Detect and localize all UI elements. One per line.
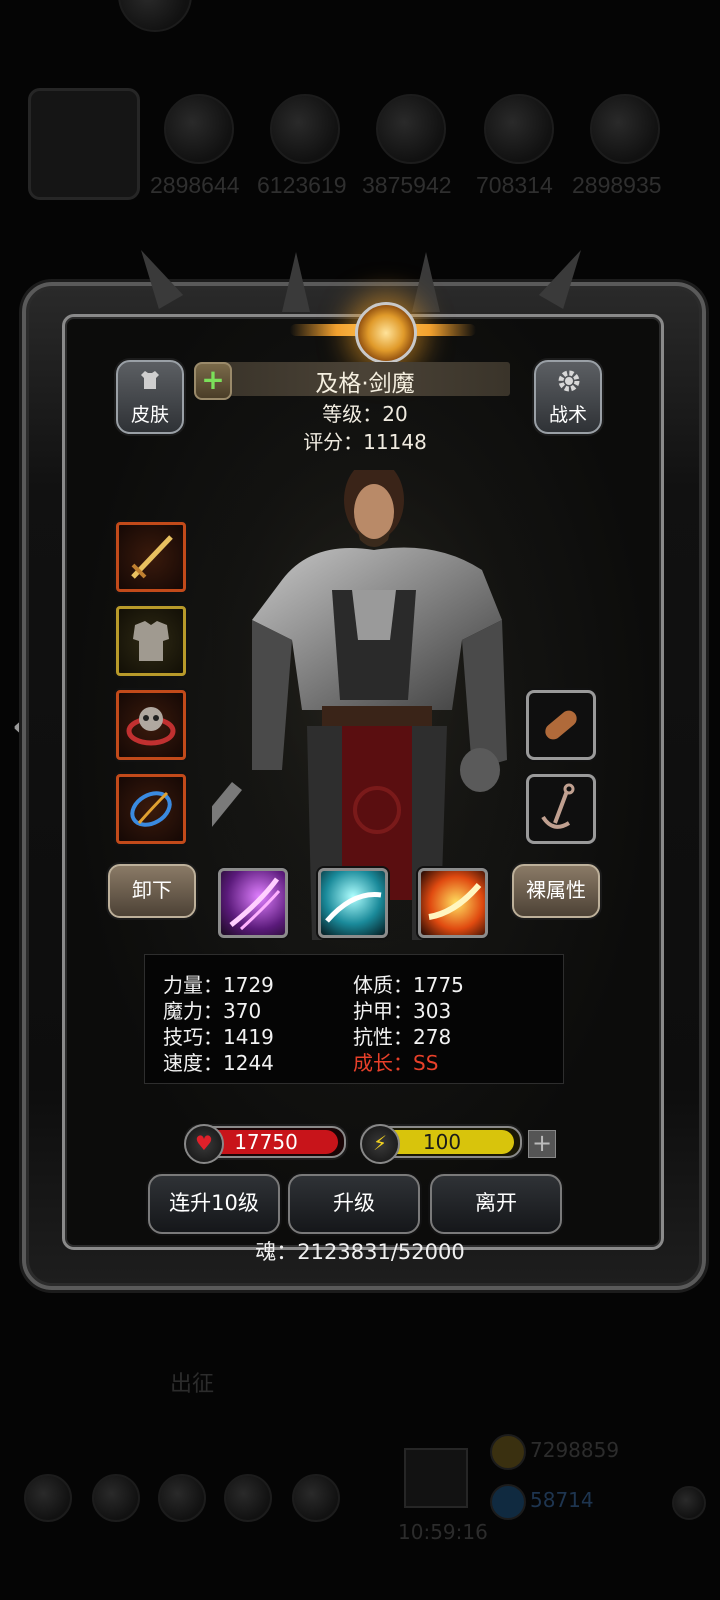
add-energy-button[interactable]: + (528, 1130, 556, 1158)
shirt-icon (138, 368, 162, 392)
energy-bar: ⚡ 100 (360, 1124, 522, 1164)
hero-score: 评分：11148 (303, 430, 427, 454)
sword-icon (131, 535, 173, 579)
hp-bar: ♥ 17750 (184, 1124, 346, 1164)
bg-menu-icon (92, 1474, 140, 1522)
stat-skill: 技巧：1419 (163, 1025, 274, 1049)
ring-slot[interactable] (116, 690, 186, 760)
bg-power-value: 708314 (476, 172, 553, 198)
accessory-slot[interactable] (526, 690, 596, 760)
cyan-wave-skill-icon (325, 892, 382, 923)
gear-icon (556, 368, 580, 392)
accessory-slot[interactable] (526, 774, 596, 844)
skill-slot[interactable] (318, 868, 388, 938)
app-avatar-icon (118, 0, 192, 32)
skill-slot[interactable] (418, 868, 488, 938)
unequip-button[interactable]: 卸下 (108, 864, 196, 918)
leave-button[interactable]: 离开 (430, 1174, 562, 1234)
energy-value: 100 (422, 1130, 462, 1154)
stat-growth: 成长：SS (353, 1051, 439, 1075)
level-up-10-button[interactable]: 连升10级 (148, 1174, 280, 1234)
armor-slot[interactable] (116, 606, 186, 676)
skill-slot[interactable] (218, 868, 288, 938)
purple-slash-skill-icon (229, 877, 281, 931)
armor-icon (133, 621, 169, 661)
scroll-icon (545, 710, 577, 740)
hero-level: 等级：20 (322, 402, 408, 426)
skull-ring-icon (126, 707, 176, 746)
stat-armor: 护甲：303 (353, 999, 452, 1023)
hero-name: 及格·剑魔 (315, 371, 415, 397)
stat-speed: 速度：1244 (163, 1051, 274, 1075)
bg-power-value: 2898644 (150, 172, 240, 198)
bg-power-value: 2898935 (572, 172, 662, 198)
hero-thumb-icon (164, 94, 234, 164)
bg-menu-icon (292, 1474, 340, 1522)
skin-label: 皮肤 (130, 404, 169, 426)
bg-gem-icon (490, 1484, 526, 1520)
tactics-label: 战术 (548, 404, 587, 426)
frame-spike-decoration (412, 252, 440, 312)
stat-constitution: 体质：1775 (353, 973, 464, 997)
bg-expedition-label: 出征 (170, 1372, 215, 1397)
hero-portrait-card (28, 88, 140, 200)
bg-menu-icon (24, 1474, 72, 1522)
hero-detail-dialog: + 及格·剑魔 等级：20 评分：11148 皮肤 战术 卸下 裸属性 力量：1… (22, 242, 706, 1290)
amulet-icon (130, 791, 172, 827)
soul-counter: 魂：2123831/52000 (255, 1240, 465, 1264)
stats-panel: 力量：1729 体质：1775 魔力：370 护甲：303 技巧：1419 抗性… (144, 954, 564, 1084)
anchor-icon (541, 783, 575, 829)
stat-magic: 魔力：370 (163, 999, 262, 1023)
bg-menu-icon (224, 1474, 272, 1522)
hero-thumb-icon (376, 94, 446, 164)
bg-gold-coin-icon (490, 1434, 526, 1470)
crest-emblem-icon (355, 302, 417, 364)
stat-strength: 力量：1729 (163, 973, 274, 997)
hero-thumb-icon (484, 94, 554, 164)
level-up-button[interactable]: 升级 (288, 1174, 420, 1234)
bg-gold-amount: 7298859 (530, 1438, 620, 1462)
hero-thumb-icon (270, 94, 340, 164)
weapon-slot[interactable] (116, 522, 186, 592)
bg-add-icon (672, 1486, 706, 1520)
bg-power-value: 6123619 (257, 172, 347, 198)
amulet-slot[interactable] (116, 774, 186, 844)
bg-menu-icon (158, 1474, 206, 1522)
bg-gem-amount: 58714 (530, 1488, 594, 1512)
skin-button[interactable]: 皮肤 (116, 360, 184, 434)
bg-clock: 10:59:16 (398, 1520, 488, 1544)
bg-gift-icon (404, 1448, 468, 1508)
stat-resistance: 抗性：278 (353, 1025, 452, 1049)
fire-slash-skill-icon (428, 883, 482, 920)
base-attributes-button[interactable]: 裸属性 (512, 864, 600, 918)
frame-spike-decoration (282, 252, 310, 312)
bg-power-value: 3875942 (362, 172, 452, 198)
tactics-button[interactable]: 战术 (534, 360, 602, 434)
hp-value: 17750 (234, 1130, 298, 1154)
hero-thumb-icon (590, 94, 660, 164)
